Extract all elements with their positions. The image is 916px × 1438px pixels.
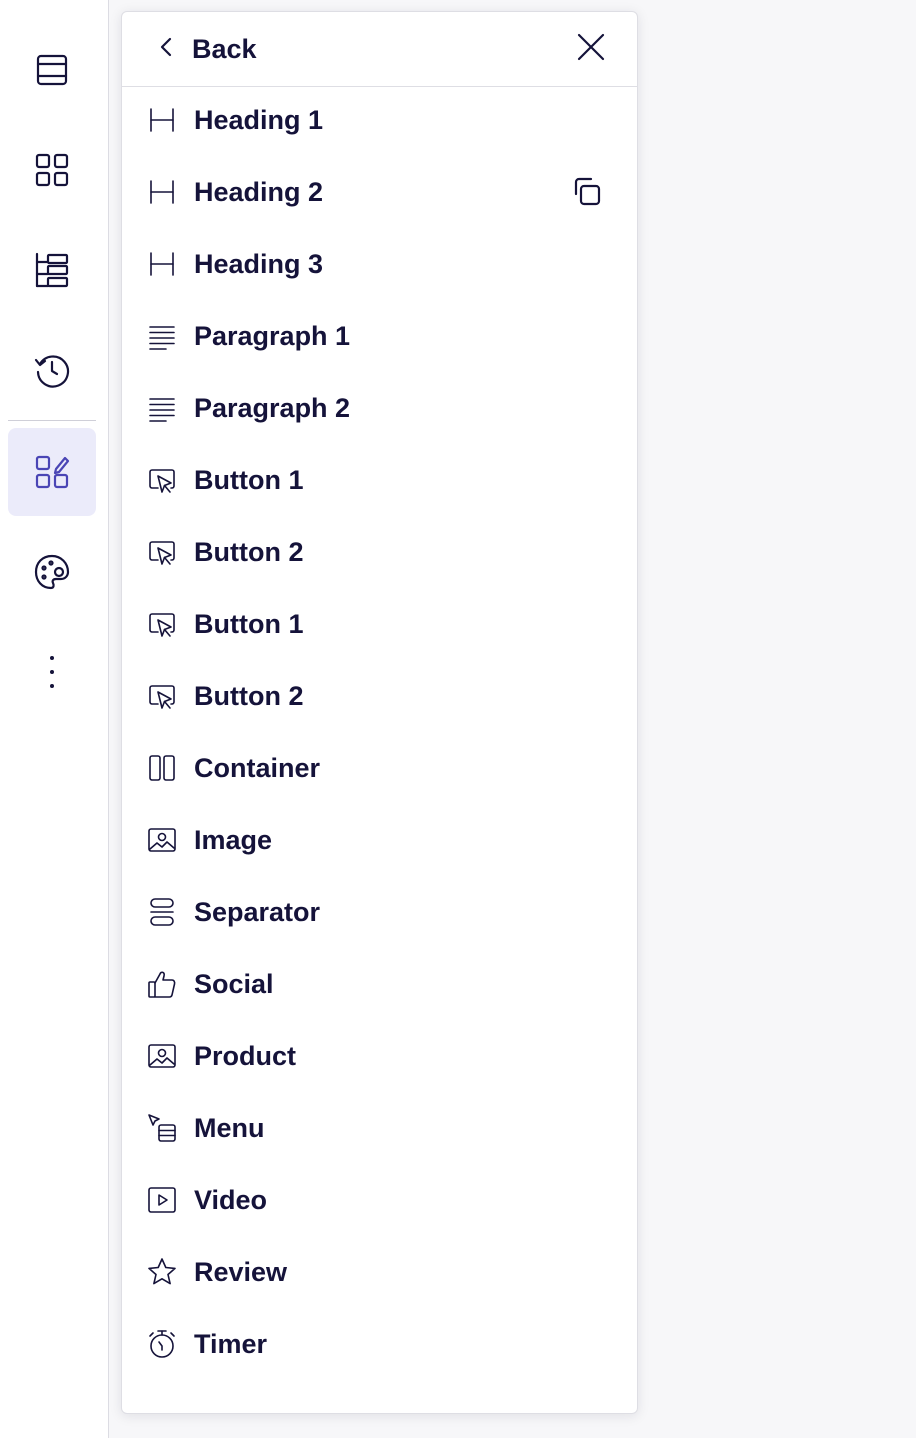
widget-item[interactable]: Timer: [122, 1308, 637, 1380]
widget-item[interactable]: Image: [122, 804, 637, 876]
paragraph-icon: [146, 320, 178, 352]
widget-item[interactable]: Container: [122, 732, 637, 804]
chevron-left-icon: [148, 29, 184, 70]
more-vertical-icon[interactable]: [8, 628, 96, 716]
button-cursor-icon: [146, 536, 178, 568]
left-sidebar: [0, 0, 109, 1438]
heading-icon: [146, 176, 178, 208]
panel-header: Back: [122, 12, 637, 87]
widget-item-label: Heading 3: [194, 248, 324, 279]
widget-item-label: Paragraph 2: [194, 392, 351, 423]
widget-item-label: Product: [194, 1040, 297, 1071]
back-button[interactable]: Back: [148, 12, 257, 86]
widget-item[interactable]: Menu: [122, 1092, 637, 1164]
widget-item-label: Separator: [194, 896, 321, 927]
widget-item[interactable]: Button 2: [122, 660, 637, 732]
button-cursor-icon: [146, 608, 178, 640]
widget-item-label: Paragraph 1: [194, 320, 351, 351]
widget-item[interactable]: Button 2: [122, 516, 637, 588]
paragraph-icon: [146, 392, 178, 424]
image-icon: [146, 1040, 178, 1072]
separator-icon: [146, 896, 178, 928]
button-cursor-icon: [146, 680, 178, 712]
widget-item-label: Image: [194, 824, 273, 855]
widget-item[interactable]: Separator: [122, 876, 637, 948]
stopwatch-icon: [146, 1328, 178, 1360]
widget-item-label: Menu: [194, 1112, 265, 1143]
widget-panel: Back Heading 1 Heading 2 Heading 3 Paragrap…: [121, 11, 638, 1414]
widget-item-label: Social: [194, 968, 274, 999]
widget-item[interactable]: Heading 2: [122, 156, 637, 228]
widget-item-label: Timer: [194, 1328, 268, 1359]
widget-item[interactable]: Video: [122, 1164, 637, 1236]
button-cursor-icon: [146, 464, 178, 496]
widget-item-label: Button 1: [194, 464, 304, 495]
menu-cursor-icon: [146, 1112, 178, 1144]
palette-icon[interactable]: [8, 528, 96, 616]
widget-item-label: Container: [194, 752, 321, 783]
columns-icon: [146, 752, 178, 784]
thumbs-up-icon: [146, 968, 178, 1000]
grid-icon[interactable]: [8, 126, 96, 214]
widget-item-label: Heading 1: [194, 104, 324, 135]
widget-item-label: Heading 2: [194, 176, 324, 207]
widget-item[interactable]: Review: [122, 1236, 637, 1308]
widget-item-label: Button 2: [194, 680, 304, 711]
widget-item-label: Review: [194, 1256, 288, 1287]
sidebar-divider: [8, 420, 96, 421]
widget-item[interactable]: Button 1: [122, 444, 637, 516]
video-play-icon: [146, 1184, 178, 1216]
widget-item[interactable]: Heading 3: [122, 228, 637, 300]
widget-item[interactable]: Button 1: [122, 588, 637, 660]
widget-item[interactable]: Social: [122, 948, 637, 1020]
widget-item[interactable]: Heading 1: [122, 84, 637, 156]
history-icon[interactable]: [8, 326, 96, 414]
widget-item-label: Button 2: [194, 536, 304, 567]
copy-icon[interactable]: [568, 174, 604, 210]
close-button[interactable]: [571, 29, 611, 69]
heading-icon: [146, 248, 178, 280]
star-icon: [146, 1256, 178, 1288]
tree-structure-icon[interactable]: [8, 226, 96, 314]
widgets-edit-icon[interactable]: [8, 428, 96, 516]
widget-item-label: Button 1: [194, 608, 304, 639]
back-label: Back: [192, 33, 257, 64]
widget-item[interactable]: Paragraph 2: [122, 372, 637, 444]
heading-icon: [146, 104, 178, 136]
widget-item[interactable]: Product: [122, 1020, 637, 1092]
widget-item[interactable]: Paragraph 1: [122, 300, 637, 372]
close-icon: [575, 31, 607, 68]
layout-rows-icon[interactable]: [8, 26, 96, 114]
image-icon: [146, 824, 178, 856]
widget-item-label: Video: [194, 1184, 268, 1215]
